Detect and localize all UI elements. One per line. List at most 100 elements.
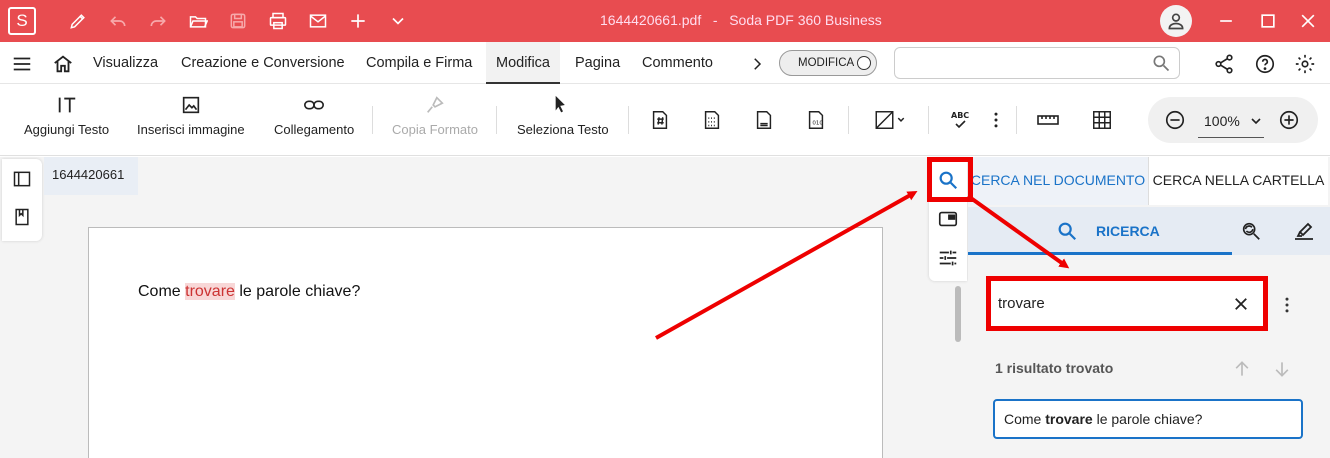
annotation-highlight-box	[927, 157, 973, 202]
previous-result-arrow-icon[interactable]	[1232, 359, 1252, 379]
menu-compila-firma[interactable]: Compila e Firma	[366, 42, 472, 84]
zoom-in-icon[interactable]	[1278, 109, 1300, 131]
zoom-underline	[1198, 137, 1264, 138]
hamburger-menu-icon[interactable]	[10, 52, 34, 76]
open-folder-icon[interactable]	[186, 9, 210, 33]
tab-search-document[interactable]: CERCA NEL DOCUMENTO	[968, 157, 1148, 205]
search-icon	[1058, 222, 1077, 241]
toolbar-divider	[928, 106, 929, 134]
document-tab[interactable]: 1644420661	[44, 157, 138, 195]
mode-toggle-label: MODIFICA	[798, 57, 855, 69]
menu-creazione-conversione[interactable]: Creazione e Conversione	[181, 42, 345, 84]
page-number-icon[interactable]	[648, 108, 672, 132]
zoom-chevron-down-icon[interactable]	[1248, 113, 1264, 129]
sliders-icon	[939, 250, 957, 266]
result-text-before: Come	[1004, 411, 1046, 427]
ruler-icon[interactable]	[1036, 108, 1060, 132]
annotation-highlight-box	[986, 276, 1268, 331]
bookmark-icon[interactable]	[12, 207, 32, 227]
thumbnail-panel-button[interactable]	[929, 200, 967, 238]
properties-button[interactable]	[929, 239, 967, 277]
menu-visualizza[interactable]: Visualizza	[93, 42, 158, 84]
home-icon[interactable]	[51, 52, 75, 76]
pdf-page: Come trovare le parole chiave?	[88, 227, 883, 458]
select-text-button[interactable]: Seleziona Testo	[517, 94, 609, 137]
save-icon[interactable]	[226, 9, 250, 33]
tab-search-folder[interactable]: CERCA NELLA CARTELLA	[1148, 157, 1328, 205]
more-options-icon[interactable]	[1277, 295, 1297, 315]
page-text-line[interactable]: Come trovare le parole chiave?	[138, 283, 360, 301]
mode-toggle[interactable]: MODIFICA	[779, 50, 877, 76]
text-after: le parole chiave?	[234, 283, 361, 300]
text-before: Come	[138, 283, 186, 300]
left-side-tabs	[2, 159, 42, 241]
toolbar-divider	[628, 106, 629, 134]
highlighter-icon[interactable]	[1292, 218, 1316, 242]
pen-icon[interactable]	[66, 9, 90, 33]
binary-file-icon[interactable]: 010	[804, 108, 828, 132]
chevron-right-icon[interactable]	[745, 52, 769, 76]
minimize-icon[interactable]	[1214, 9, 1238, 33]
window-panel-icon	[938, 211, 958, 227]
menu-search-input[interactable]	[894, 47, 1180, 79]
svg-text:010: 010	[812, 121, 823, 127]
window-title: 1644420661.pdf - Soda PDF 360 Business	[600, 12, 882, 28]
spellcheck-icon[interactable]: ABC	[949, 108, 973, 132]
cursor-arrow-icon	[555, 95, 565, 113]
search-icon	[1153, 55, 1170, 72]
share-icon[interactable]	[1212, 52, 1236, 76]
plus-icon[interactable]	[346, 9, 370, 33]
search-result-item[interactable]: Come trovare le parole chiave?	[993, 399, 1303, 439]
redo-icon[interactable]	[146, 9, 170, 33]
text-cursor-icon	[58, 97, 75, 113]
result-match: trovare	[1045, 411, 1093, 427]
menu-bar: Visualizza Creazione e Conversione Compi…	[0, 42, 1330, 84]
header-footer-icon[interactable]	[752, 108, 776, 132]
zoom-value[interactable]: 100%	[1204, 113, 1240, 129]
link-label: Collegamento	[274, 122, 355, 137]
user-avatar[interactable]	[1160, 5, 1192, 37]
bates-numbering-icon[interactable]	[700, 108, 724, 132]
toolbar-divider	[848, 106, 849, 134]
chevron-down-icon[interactable]	[386, 9, 410, 33]
add-text-button[interactable]: Aggiungi Testo	[24, 94, 109, 137]
grid-icon[interactable]	[1090, 108, 1114, 132]
menu-commento[interactable]: Commento	[642, 42, 713, 84]
zoom-control: 100%	[1148, 97, 1318, 143]
toggle-knob	[857, 56, 871, 70]
menu-pagina[interactable]: Pagina	[575, 42, 620, 84]
toolbar-divider	[372, 106, 373, 134]
user-icon	[1168, 13, 1184, 30]
select-text-label: Seleziona Testo	[517, 122, 609, 137]
copy-format-label: Copia Formato	[392, 122, 478, 137]
results-count: 1 risultato trovato	[995, 360, 1114, 376]
app-logo[interactable]: S	[8, 7, 36, 35]
subtab-ricerca[interactable]: RICERCA	[968, 207, 1232, 255]
copy-format-button[interactable]: Copia Formato	[392, 94, 478, 137]
more-vertical-icon[interactable]	[984, 108, 1008, 132]
settings-gear-icon[interactable]	[1293, 52, 1317, 76]
link-icon	[304, 100, 325, 110]
link-button[interactable]: Collegamento	[274, 94, 354, 137]
redact-dropdown-icon[interactable]	[870, 108, 910, 132]
toolbar-divider	[496, 106, 497, 134]
title-bar: S 1644420661.pdf - Soda PDF 360 Business	[0, 0, 1330, 42]
insert-image-button[interactable]: Inserisci immagine	[137, 94, 245, 137]
help-icon[interactable]	[1253, 52, 1277, 76]
result-text-after: le parole chiave?	[1092, 411, 1203, 427]
paintbrush-icon	[427, 96, 444, 113]
sidebar-panel-icon[interactable]	[12, 169, 32, 189]
mail-icon[interactable]	[306, 9, 330, 33]
search-replace-icon[interactable]	[1240, 220, 1262, 242]
undo-icon[interactable]	[106, 9, 130, 33]
highlighted-match[interactable]: trovare	[185, 283, 235, 300]
print-icon[interactable]	[266, 9, 290, 33]
edit-toolbar: Aggiungi Testo Inserisci immagine Colleg…	[0, 84, 1330, 156]
subtab-ricerca-label: RICERCA	[1096, 223, 1160, 239]
zoom-out-icon[interactable]	[1164, 109, 1186, 131]
next-result-arrow-icon[interactable]	[1272, 359, 1292, 379]
vertical-scrollbar[interactable]	[955, 286, 961, 342]
menu-modifica[interactable]: Modifica	[486, 42, 560, 84]
close-icon[interactable]	[1296, 9, 1320, 33]
maximize-icon[interactable]	[1256, 9, 1280, 33]
